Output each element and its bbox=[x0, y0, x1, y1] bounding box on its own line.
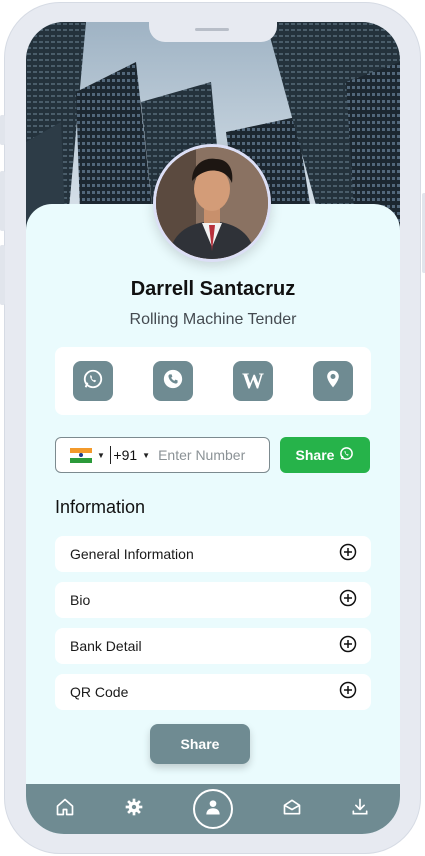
call-button[interactable] bbox=[153, 361, 193, 401]
whatsapp-icon bbox=[82, 368, 104, 395]
info-item-label: Bio bbox=[70, 592, 91, 608]
bottom-nav bbox=[26, 784, 400, 834]
home-icon bbox=[55, 797, 75, 822]
side-button bbox=[0, 245, 5, 305]
social-links-card: W bbox=[55, 347, 371, 415]
share-label: Share bbox=[295, 447, 335, 463]
info-item-label: General Information bbox=[70, 546, 194, 562]
avatar bbox=[153, 144, 271, 262]
info-item-bank-detail[interactable]: Bank Detail bbox=[55, 628, 371, 664]
nav-settings[interactable] bbox=[122, 797, 146, 821]
info-item-general-information[interactable]: General Information bbox=[55, 536, 371, 572]
info-item-qr-code[interactable]: QR Code bbox=[55, 674, 371, 710]
whatsapp-icon bbox=[339, 446, 354, 464]
profile-icon bbox=[203, 797, 223, 822]
nav-messages[interactable] bbox=[280, 797, 304, 821]
mail-open-icon bbox=[282, 797, 302, 822]
side-button bbox=[0, 171, 5, 231]
phone-number-field[interactable] bbox=[158, 447, 269, 463]
share-whatsapp-button[interactable]: Share bbox=[280, 437, 370, 473]
info-item-label: Bank Detail bbox=[70, 638, 142, 654]
download-icon bbox=[350, 797, 370, 822]
location-button[interactable] bbox=[313, 361, 353, 401]
nav-download[interactable] bbox=[348, 797, 372, 821]
divider bbox=[109, 446, 112, 464]
phone-screen: Darrell Santacruz Rolling Machine Tender… bbox=[26, 22, 400, 834]
whatsapp-button[interactable] bbox=[73, 361, 113, 401]
share-profile-button[interactable]: Share bbox=[150, 724, 250, 764]
country-code[interactable]: +91 bbox=[113, 447, 137, 463]
wikipedia-icon: W bbox=[242, 368, 264, 393]
info-item-bio[interactable]: Bio bbox=[55, 582, 371, 618]
info-item-label: QR Code bbox=[70, 684, 129, 700]
plus-circle-icon bbox=[339, 681, 357, 704]
settings-gear-icon bbox=[124, 797, 144, 822]
location-pin-icon bbox=[323, 368, 343, 395]
wikipedia-button[interactable]: W bbox=[233, 361, 273, 401]
nav-home[interactable] bbox=[53, 797, 77, 821]
side-button bbox=[0, 115, 5, 145]
chevron-down-icon[interactable]: ▼ bbox=[142, 451, 150, 460]
phone-icon bbox=[162, 368, 184, 395]
plus-circle-icon bbox=[339, 635, 357, 658]
notch bbox=[149, 22, 277, 42]
phone-number-input-group: ▼ +91 ▼ bbox=[55, 437, 270, 473]
information-heading: Information bbox=[55, 497, 146, 517]
plus-circle-icon bbox=[339, 543, 357, 566]
profile-title: Rolling Machine Tender bbox=[129, 311, 297, 328]
chevron-down-icon[interactable]: ▼ bbox=[97, 451, 105, 460]
profile-name: Darrell Santacruz bbox=[130, 278, 296, 300]
india-flag-icon[interactable] bbox=[70, 447, 92, 463]
plus-circle-icon bbox=[339, 589, 357, 612]
nav-profile[interactable] bbox=[193, 789, 233, 829]
